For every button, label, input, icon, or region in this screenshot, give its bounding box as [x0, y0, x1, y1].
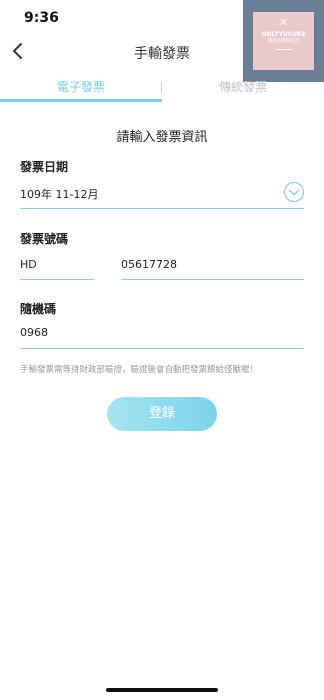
page-title: 手輸發票 [134, 46, 190, 62]
x-icon: ✕ [278, 16, 289, 29]
home-indicator [106, 688, 218, 692]
invoice-prefix-underline [20, 279, 95, 280]
invoice-prefix-input[interactable]: HD [20, 258, 37, 271]
verification-notice: 手輸發票需等待財政部驗證，驗證後會自動把發票餵給怪獸喔！ [20, 365, 259, 375]
chevron-down-circle-icon[interactable] [283, 181, 305, 203]
random-code-underline [20, 348, 304, 349]
invoice-date-underline [20, 208, 304, 209]
tab-electronic-invoice[interactable]: 電子發票 [0, 76, 162, 100]
invoice-number-input[interactable]: 05617728 [121, 258, 177, 271]
invoice-date-label: 發票日期 [20, 160, 69, 174]
random-code-label: 隨機碼 [20, 302, 57, 316]
submit-button[interactable]: 登錄 [107, 397, 217, 431]
random-code-input[interactable]: 0968 [20, 326, 48, 339]
invoice-number-label: 發票號碼 [20, 232, 69, 246]
nav-bar: 手輸發票 [0, 34, 324, 74]
tab-traditional-invoice[interactable]: 傳統發票 [162, 76, 324, 100]
invoice-type-tabs: 電子發票 傳統發票 [0, 76, 324, 104]
form-heading: 請輸入發票資訊 [116, 130, 208, 145]
active-tab-indicator [0, 99, 162, 102]
status-time: 9:36 [24, 10, 59, 26]
invoice-date-select[interactable]: 109年 11-12月 [20, 186, 98, 202]
invoice-number-underline [121, 279, 304, 280]
